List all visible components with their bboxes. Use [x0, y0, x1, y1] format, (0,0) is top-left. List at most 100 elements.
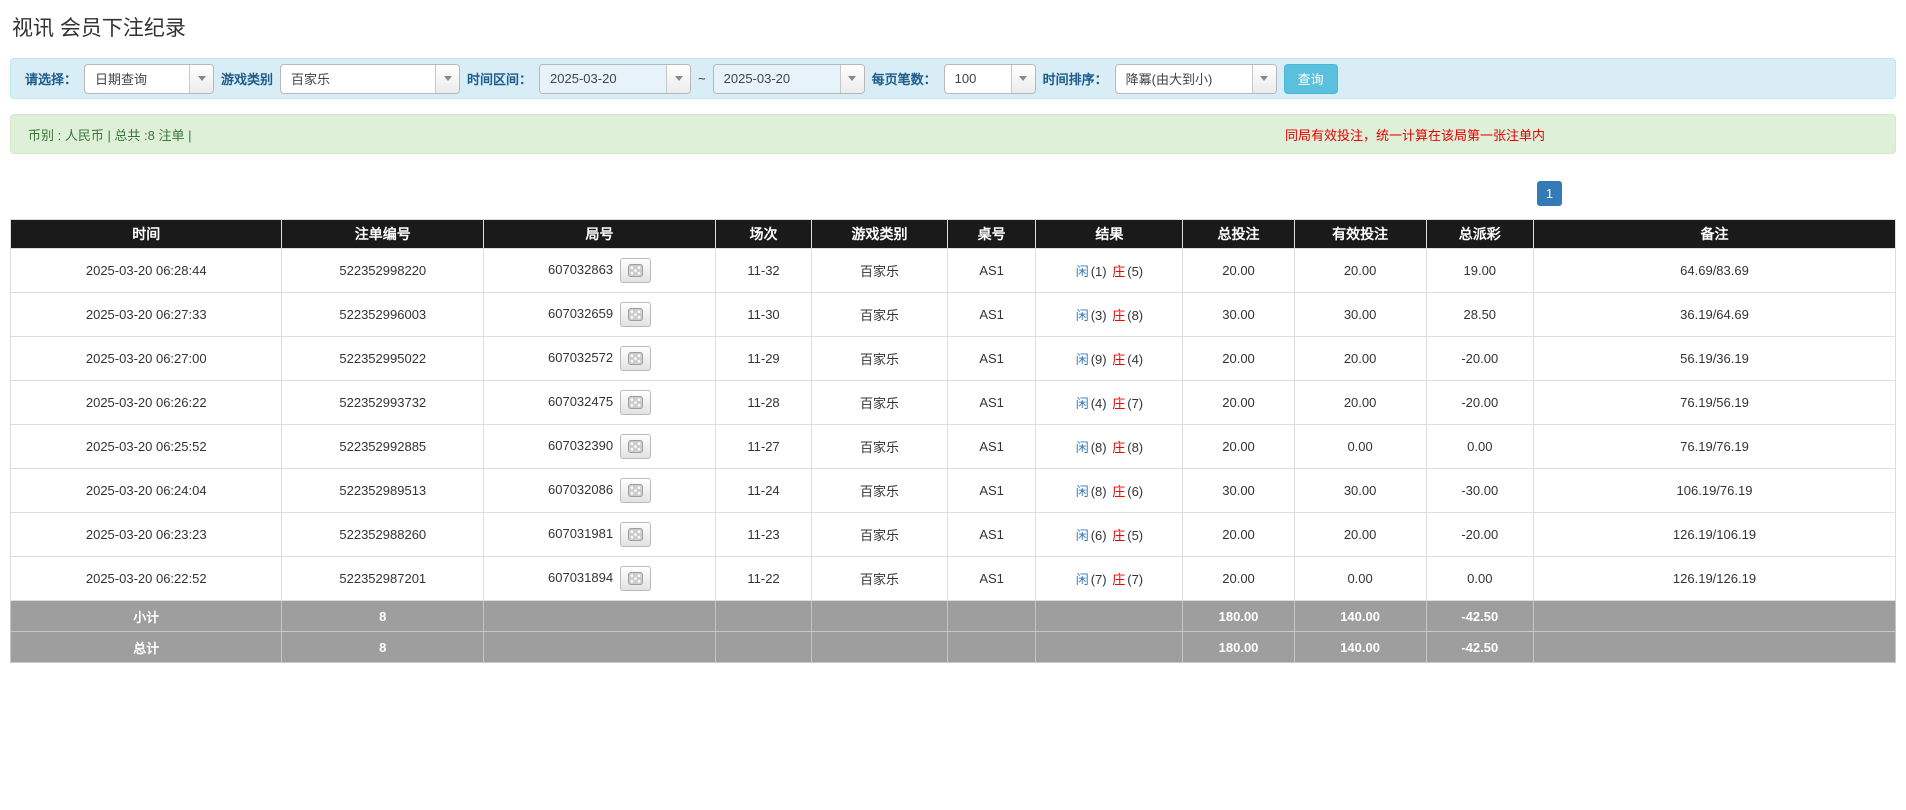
round-detail-button[interactable] — [620, 566, 652, 591]
cell-total-bet[interactable]: 30.00 — [1182, 468, 1295, 513]
round-detail-button[interactable] — [620, 478, 652, 503]
player-result-points: (9) — [1090, 352, 1107, 367]
cell-total-bet[interactable]: 20.00 — [1182, 380, 1295, 425]
cell-total-bet[interactable]: 20.00 — [1182, 556, 1295, 601]
cell-bet-no: 522352987201 — [281, 556, 485, 601]
banker-result-label: 庄 — [1112, 352, 1126, 367]
player-result-label: 闲 — [1075, 308, 1089, 323]
cell-payout: -30.00 — [1425, 468, 1535, 513]
summary-label: 总计 — [9, 631, 283, 663]
time-range-label: 时间区间： — [467, 72, 533, 87]
date-to-select[interactable]: 2025-03-20 — [712, 63, 865, 94]
cell-total-bet[interactable]: 20.00 — [1182, 424, 1295, 469]
table-row: 2025-03-20 06:27:00 522352995022 6070325… — [9, 336, 1896, 381]
chevron-down-icon — [435, 64, 460, 93]
cell-total-bet[interactable]: 20.00 — [1182, 512, 1295, 557]
cell-round-no: 607032863 — [483, 248, 716, 293]
cell-total-bet[interactable]: 20.00 — [1182, 248, 1295, 293]
cell-time: 2025-03-20 06:27:00 — [9, 336, 283, 381]
cell-total-bet[interactable]: 20.00 — [1182, 336, 1295, 381]
summary-count: 8 — [281, 600, 485, 632]
round-detail-button[interactable] — [620, 258, 652, 283]
cell-remark: 126.19/126.19 — [1533, 556, 1896, 601]
page-size-select[interactable]: 100 — [943, 63, 1036, 94]
summary-valid-bet: 140.00 — [1293, 600, 1427, 632]
cell-game-type: 百家乐 — [811, 512, 948, 557]
player-result-label: 闲 — [1075, 528, 1089, 543]
header-session: 场次 — [714, 219, 813, 249]
table-row: 2025-03-20 06:27:33 522352996003 6070326… — [9, 292, 1896, 337]
cell-table-no: AS1 — [946, 512, 1037, 557]
round-detail-button[interactable] — [620, 390, 652, 415]
cell-payout: -20.00 — [1425, 336, 1535, 381]
cell-payout: 0.00 — [1425, 556, 1535, 601]
cell-table-no: AS1 — [946, 468, 1037, 513]
chevron-down-icon — [1251, 64, 1276, 93]
cell-result: 闲 (9) 庄 (4) — [1035, 336, 1184, 381]
cell-remark: 76.19/76.19 — [1533, 424, 1896, 469]
cell-time: 2025-03-20 06:28:44 — [9, 248, 283, 293]
date-from-select[interactable]: 2025-03-20 — [539, 63, 692, 94]
banker-result-label: 庄 — [1112, 484, 1126, 499]
round-detail-button[interactable] — [620, 434, 652, 459]
player-result-points: (3) — [1090, 308, 1107, 323]
cell-session: 11-30 — [714, 292, 813, 337]
table-row: 2025-03-20 06:28:44 522352998220 6070328… — [9, 248, 1896, 293]
banker-result-label: 庄 — [1112, 572, 1126, 587]
cell-round-no: 607031981 — [483, 512, 716, 557]
game-type-select[interactable]: 百家乐 — [280, 63, 461, 94]
dice-icon — [628, 264, 644, 277]
game-type-label: 游戏类别 — [221, 72, 274, 87]
cell-game-type: 百家乐 — [811, 556, 948, 601]
sort-order-select[interactable]: 降冪(由大到小) — [1114, 63, 1277, 94]
cell-valid-bet: 0.00 — [1293, 424, 1427, 469]
player-result-label: 闲 — [1075, 352, 1089, 367]
banker-result-points: (7) — [1127, 396, 1144, 411]
cell-game-type: 百家乐 — [811, 336, 948, 381]
cell-valid-bet: 20.00 — [1293, 380, 1427, 425]
round-detail-button[interactable] — [620, 302, 652, 327]
player-result-label: 闲 — [1075, 572, 1089, 587]
filter-bar: 请选择： 日期查询 游戏类别 百家乐 时间区间： 2025-03-20 ~ 20… — [10, 58, 1896, 99]
cell-payout: -20.00 — [1425, 380, 1535, 425]
round-no-text: 607032390 — [548, 437, 614, 453]
dice-icon — [628, 484, 644, 497]
cell-game-type: 百家乐 — [811, 248, 948, 293]
dice-icon — [628, 396, 644, 409]
summary-label: 小计 — [9, 600, 283, 632]
cell-result: 闲 (8) 庄 (6) — [1035, 468, 1184, 513]
page-root: 视讯 会员下注纪录 请选择： 日期查询 游戏类别 百家乐 时间区间： 2025-… — [0, 0, 1906, 703]
range-separator: ~ — [698, 71, 706, 86]
cell-bet-no: 522352988260 — [281, 512, 485, 557]
player-result-points: (6) — [1090, 528, 1107, 543]
player-result-points: (8) — [1090, 484, 1107, 499]
round-detail-button[interactable] — [620, 522, 652, 547]
query-button[interactable]: 查询 — [1283, 63, 1338, 94]
summary-count: 8 — [281, 631, 485, 663]
cell-session: 11-28 — [714, 380, 813, 425]
round-no-text: 607031894 — [548, 569, 614, 585]
header-total-bet: 总投注 — [1182, 219, 1295, 249]
cell-remark: 36.19/64.69 — [1533, 292, 1896, 337]
banker-result-points: (5) — [1127, 528, 1144, 543]
summary-payout: -42.50 — [1425, 600, 1535, 632]
round-detail-button[interactable] — [620, 346, 652, 371]
cell-game-type: 百家乐 — [811, 292, 948, 337]
round-no-text: 607032863 — [548, 261, 614, 277]
player-result-label: 闲 — [1075, 396, 1089, 411]
cell-session: 11-29 — [714, 336, 813, 381]
cell-round-no: 607032086 — [483, 468, 716, 513]
query-type-select[interactable]: 日期查询 — [84, 63, 215, 94]
cell-remark: 106.19/76.19 — [1533, 468, 1896, 513]
cell-payout: -20.00 — [1425, 512, 1535, 557]
cell-total-bet[interactable]: 30.00 — [1182, 292, 1295, 337]
dice-icon — [628, 308, 644, 321]
header-game-type: 游戏类别 — [811, 219, 948, 249]
cell-valid-bet: 20.00 — [1293, 336, 1427, 381]
page-1-button[interactable]: 1 — [1537, 181, 1562, 206]
cell-table-no: AS1 — [946, 336, 1037, 381]
cell-round-no: 607031894 — [483, 556, 716, 601]
query-type-value: 日期查询 — [95, 72, 148, 87]
cell-round-no: 607032475 — [483, 380, 716, 425]
summary-total-bet: 180.00 — [1182, 631, 1295, 663]
